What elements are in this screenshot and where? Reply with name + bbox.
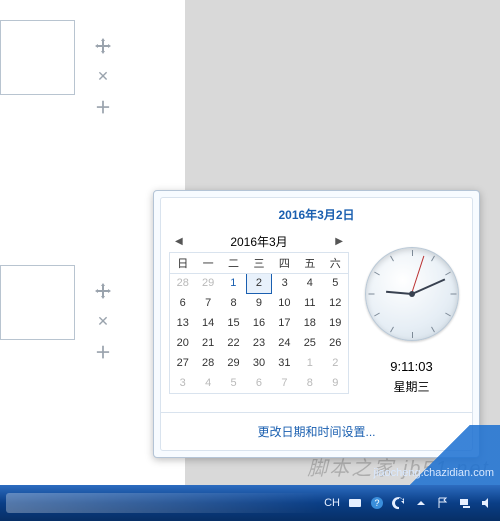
add-handle-icon[interactable]: ＋ — [95, 98, 111, 114]
app-canvas: ✕ ＋ ✕ ＋ 2016年3月2日 ◀ 2016年3月 ▶ 日一二三四五六 — [0, 0, 500, 521]
calendar-day[interactable]: 13 — [170, 313, 195, 333]
digital-time: 9:11:03 — [390, 359, 432, 374]
taskbar[interactable]: CH ? — [0, 485, 500, 521]
calendar-day[interactable]: 3 — [272, 273, 297, 293]
calendar-day[interactable]: 3 — [170, 373, 195, 393]
prev-month-button[interactable]: ◀ — [175, 236, 183, 247]
calendar-day[interactable]: 22 — [221, 333, 246, 353]
system-tray[interactable]: CH ? — [324, 496, 494, 510]
calendar-day[interactable]: 12 — [323, 293, 348, 313]
svg-text:?: ? — [374, 498, 379, 508]
keyboard-icon[interactable] — [348, 496, 362, 510]
calendar-day[interactable]: 30 — [246, 353, 271, 373]
datetime-popup: 2016年3月2日 ◀ 2016年3月 ▶ 日一二三四五六 2829123456… — [153, 190, 480, 458]
weekday-header: 二 — [221, 253, 246, 273]
calendar-day[interactable]: 28 — [170, 273, 195, 293]
handle-group: ✕ ＋ — [95, 38, 111, 114]
calendar-day[interactable]: 9 — [246, 293, 271, 313]
calendar-day[interactable]: 21 — [195, 333, 220, 353]
network-icon[interactable] — [458, 496, 472, 510]
tray-up-icon[interactable] — [414, 496, 428, 510]
calendar-day[interactable]: 7 — [272, 373, 297, 393]
calendar-day[interactable]: 20 — [170, 333, 195, 353]
calendar-day[interactable]: 6 — [170, 293, 195, 313]
calendar-day[interactable]: 5 — [323, 273, 348, 293]
calendar-day[interactable]: 7 — [195, 293, 220, 313]
weekday-header: 五 — [297, 253, 322, 273]
calendar-day[interactable]: 2 — [323, 353, 348, 373]
weekday-header: 一 — [195, 253, 220, 273]
weekday-header: 四 — [272, 253, 297, 273]
calendar-day[interactable]: 9 — [323, 373, 348, 393]
calendar-day[interactable]: 6 — [246, 373, 271, 393]
calendar-day[interactable]: 23 — [246, 333, 271, 353]
help-icon[interactable]: ? — [370, 496, 384, 510]
calendar: ◀ 2016年3月 ▶ 日一二三四五六 28291234567891011121… — [169, 231, 349, 412]
volume-icon[interactable] — [480, 496, 494, 510]
handle-group: ✕ ＋ — [95, 283, 111, 359]
month-label[interactable]: 2016年3月 — [230, 233, 287, 250]
weekday-label: 星期三 — [393, 378, 429, 395]
add-handle-icon[interactable]: ＋ — [95, 343, 111, 359]
watermark-url: jiaocheng.chazidian.com — [374, 467, 494, 479]
calendar-day[interactable]: 19 — [323, 313, 348, 333]
change-datetime-link[interactable]: 更改日期和时间设置... — [257, 425, 375, 439]
calendar-day[interactable]: 4 — [297, 273, 322, 293]
calendar-day[interactable]: 15 — [221, 313, 246, 333]
hour-hand — [386, 291, 412, 295]
calendar-day[interactable]: 4 — [195, 373, 220, 393]
popup-title: 2016年3月2日 — [161, 198, 472, 227]
move-handle-icon[interactable] — [95, 283, 111, 299]
weekday-header: 日 — [170, 253, 195, 273]
move-handle-icon[interactable] — [95, 38, 111, 54]
calendar-table: 日一二三四五六 28291234567891011121314151617181… — [170, 253, 348, 393]
calendar-day[interactable]: 1 — [297, 353, 322, 373]
calendar-day[interactable]: 5 — [221, 373, 246, 393]
calendar-day[interactable]: 17 — [272, 313, 297, 333]
calendar-day[interactable]: 27 — [170, 353, 195, 373]
sync-icon[interactable] — [392, 496, 406, 510]
calendar-day[interactable]: 18 — [297, 313, 322, 333]
calendar-day[interactable]: 24 — [272, 333, 297, 353]
clock-pin — [409, 291, 415, 297]
close-handle-icon[interactable]: ✕ — [95, 313, 111, 329]
next-month-button[interactable]: ▶ — [335, 236, 343, 247]
calendar-day[interactable]: 10 — [272, 293, 297, 313]
calendar-day[interactable]: 28 — [195, 353, 220, 373]
calendar-day[interactable]: 2 — [246, 273, 271, 293]
calendar-day[interactable]: 29 — [221, 353, 246, 373]
analog-clock — [365, 247, 459, 341]
calendar-day[interactable]: 1 — [221, 273, 246, 293]
calendar-day[interactable]: 11 — [297, 293, 322, 313]
close-handle-icon[interactable]: ✕ — [95, 68, 111, 84]
calendar-day[interactable]: 25 — [297, 333, 322, 353]
flag-icon[interactable] — [436, 496, 450, 510]
selection-box[interactable] — [0, 265, 75, 340]
selection-box[interactable] — [0, 20, 75, 95]
calendar-day[interactable]: 31 — [272, 353, 297, 373]
weekday-header: 三 — [246, 253, 271, 273]
calendar-day[interactable]: 8 — [221, 293, 246, 313]
calendar-day[interactable]: 8 — [297, 373, 322, 393]
calendar-day[interactable]: 16 — [246, 313, 271, 333]
language-indicator[interactable]: CH — [324, 497, 340, 509]
weekday-header: 六 — [323, 253, 348, 273]
calendar-day[interactable]: 14 — [195, 313, 220, 333]
calendar-day[interactable]: 29 — [195, 273, 220, 293]
calendar-day[interactable]: 26 — [323, 333, 348, 353]
taskbar-space — [6, 493, 324, 513]
